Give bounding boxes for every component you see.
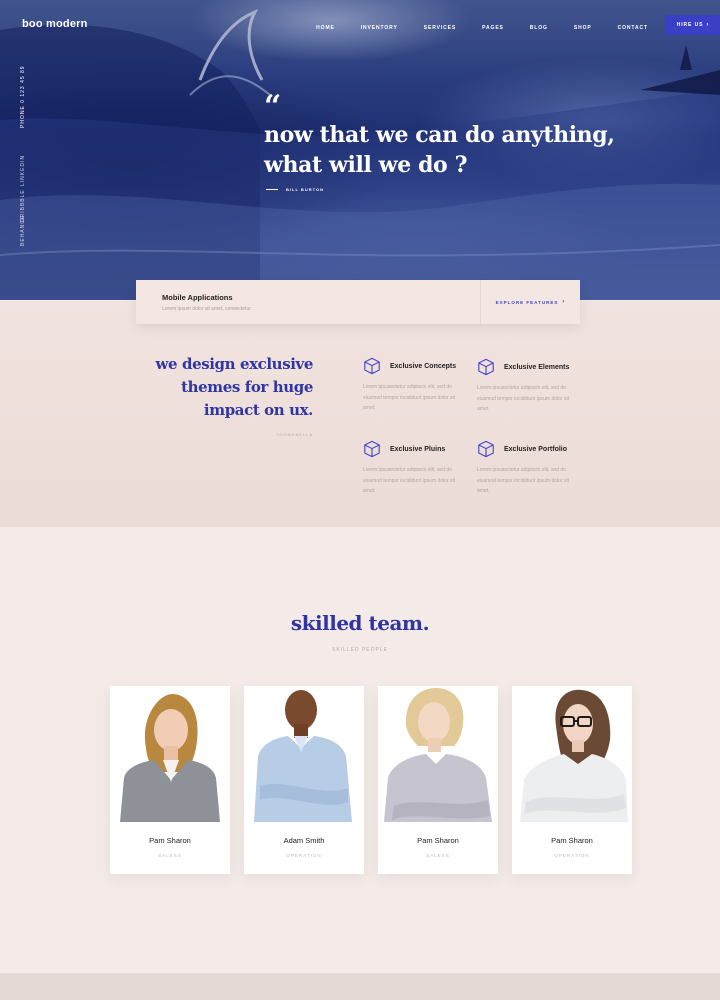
feature-exclusive-pluins: Exclusive Pluins Lorem ipsusectetur adip…: [363, 440, 467, 497]
member-name: Adam Smith: [283, 836, 325, 845]
design-heading-line-2: themes for huge: [181, 378, 313, 396]
site-logo[interactable]: boo modern: [22, 18, 88, 30]
design-heading-line-3: impact on ux.: [203, 401, 313, 419]
footer-strip: [0, 973, 720, 1000]
chevron-right-icon: ›: [706, 22, 710, 28]
quote-author-name: BILL BURTON: [286, 187, 324, 192]
hire-us-button[interactable]: HIRE US ›: [666, 15, 720, 35]
member-avatar: [520, 689, 628, 822]
team-section: skilled team. SKILLED PEOPLE Pam Sharon …: [0, 527, 720, 973]
cube-icon: [364, 357, 380, 375]
member-photo: [378, 686, 498, 822]
member-name: Pam Sharon: [149, 836, 191, 845]
design-signature: - TOOMEBELLA: [271, 432, 313, 437]
member-role: OPERATION: [286, 853, 322, 858]
feature-title: Exclusive Pluins: [390, 445, 446, 453]
hero-quote-line-2: what will we do ?: [264, 152, 468, 178]
member-name: Pam Sharon: [551, 836, 593, 845]
nav-blog[interactable]: BLOG: [530, 25, 548, 31]
nav-services[interactable]: SERVICES: [424, 25, 456, 31]
explore-features-link[interactable]: EXPLORE FEATURES ›: [480, 280, 580, 324]
design-section: we design exclusive themes for huge impa…: [0, 301, 720, 527]
feature-description: Lorem ipsusectetur adipiscin elit, sed d…: [477, 385, 569, 412]
member-photo: [244, 686, 364, 822]
cube-icon: [364, 440, 380, 458]
team-member-card[interactable]: Adam Smith OPERATION: [244, 686, 364, 874]
phone-number[interactable]: PHONE 0 123 45 89: [20, 65, 26, 128]
hire-us-label: HIRE US: [676, 22, 704, 28]
member-role: OPERATION: [554, 853, 590, 858]
cube-icon: [478, 440, 494, 458]
chevron-right-icon: ›: [562, 299, 566, 305]
member-photo: [512, 686, 632, 822]
team-title: skilled team.: [290, 611, 430, 635]
feature-exclusive-portfolio: Exclusive Portfolio Lorem ipsusectetur a…: [477, 440, 581, 497]
quote-author: BILL BURTON: [266, 187, 324, 192]
member-avatar: [384, 688, 492, 822]
feature-title: Exclusive Concepts: [390, 362, 457, 370]
feature-description: Lorem ipsusectetur adipiscin elit, sed d…: [477, 467, 569, 494]
member-avatar: [120, 694, 220, 822]
team-member-card[interactable]: Pam Sharon SALESS: [110, 686, 230, 874]
member-avatar: [254, 690, 352, 822]
feature-description: Lorem ipsusectetur adipiscin elit, sed d…: [363, 467, 455, 494]
design-heading-line-1: we design exclusive: [155, 355, 314, 373]
feature-title: Exclusive Elements: [504, 363, 570, 371]
main-nav: HOME INVENTORY SERVICES PAGES BLOG SHOP …: [316, 15, 720, 35]
author-divider: [266, 189, 278, 190]
explore-features-label: EXPLORE FEATURES: [495, 299, 559, 305]
feature-exclusive-concepts: Exclusive Concepts Lorem ipsusectetur ad…: [363, 357, 467, 414]
social-behance-link[interactable]: BEHANCE: [20, 215, 26, 246]
feature-bar-title: Mobile Applications: [162, 292, 233, 302]
hero-quote-line-1: now that we can do anything,: [264, 122, 615, 148]
hero-section: boo modern HOME INVENTORY SERVICES PAGES…: [0, 0, 720, 300]
feature-bar-subtitle: Lorem ipsum dolor sit amet, consectetur.: [162, 305, 253, 312]
design-heading: we design exclusive themes for huge impa…: [113, 353, 314, 422]
nav-shop[interactable]: SHOP: [574, 25, 592, 31]
feature-description: Lorem ipsusectetur adipiscin elit, sed d…: [363, 384, 455, 411]
feature-bar: Mobile Applications Lorem ipsum dolor si…: [136, 280, 580, 324]
nav-pages[interactable]: PAGES: [482, 25, 504, 31]
hero-quote: now that we can do anything, what will w…: [264, 120, 624, 180]
cube-icon: [478, 358, 494, 376]
side-social-links: PHONE 0 123 45 89 LINKEDIN DRIBBBLE BEHA…: [20, 65, 30, 246]
member-name: Pam Sharon: [417, 836, 459, 845]
feature-exclusive-elements: Exclusive Elements Lorem ipsusectetur ad…: [477, 358, 581, 415]
team-member-card[interactable]: Pam Sharon SALESS: [378, 686, 498, 874]
social-linkedin-link[interactable]: LINKEDIN: [20, 155, 26, 186]
nav-contact[interactable]: CONTACT: [618, 25, 648, 31]
member-role: SALESS: [158, 853, 182, 858]
quote-mark-icon: “: [264, 89, 282, 124]
feature-title: Exclusive Portfolio: [504, 445, 568, 453]
nav-home[interactable]: HOME: [316, 25, 335, 31]
team-member-card[interactable]: Pam Sharon OPERATION: [512, 686, 632, 874]
nav-inventory[interactable]: INVENTORY: [361, 25, 398, 31]
member-role: SALESS: [426, 853, 450, 858]
member-photo: [110, 686, 230, 822]
team-subtitle: SKILLED PEOPLE: [332, 647, 388, 653]
